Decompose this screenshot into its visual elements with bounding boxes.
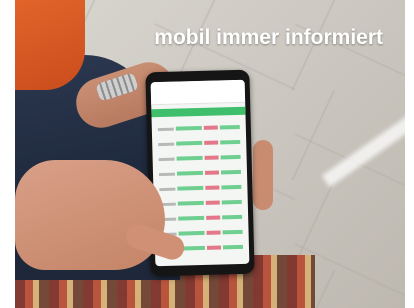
left-hand xyxy=(15,160,165,270)
caption-text: mobil immer informiert xyxy=(154,26,383,49)
status-row xyxy=(158,169,242,177)
status-row xyxy=(159,184,242,192)
status-row xyxy=(160,214,243,222)
right-hand-fingers xyxy=(253,140,273,210)
status-row xyxy=(157,124,240,132)
status-row xyxy=(159,199,242,207)
photo: mobil immer informiert xyxy=(15,0,405,308)
app-header xyxy=(150,79,246,106)
app-status-bar xyxy=(151,106,246,118)
status-row xyxy=(158,139,241,147)
status-row xyxy=(158,154,241,162)
orange-shirt xyxy=(15,0,85,90)
